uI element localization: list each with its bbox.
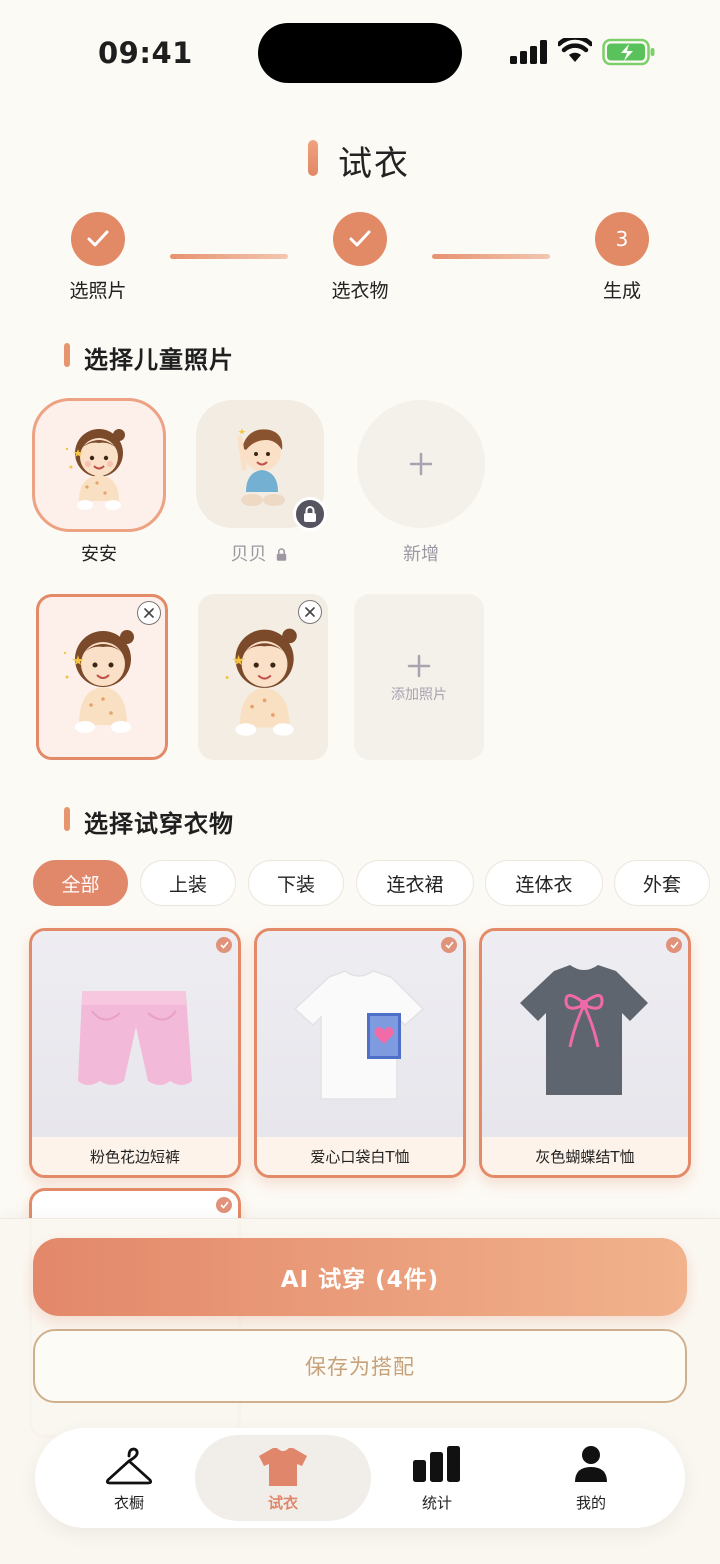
- section-title: 选择试穿衣物: [84, 810, 234, 838]
- step-select-photo: 选照片: [38, 212, 158, 303]
- clothing-image: [32, 931, 238, 1137]
- check-icon: [216, 937, 232, 953]
- filter-chip-bottoms[interactable]: 下装: [248, 860, 344, 906]
- step-label: 生成: [602, 280, 641, 302]
- remove-photo-icon[interactable]: [298, 600, 322, 624]
- save-outfit-button[interactable]: 保存为搭配: [33, 1329, 687, 1403]
- tab-label: 试衣: [267, 1494, 298, 1512]
- step-connector: [170, 254, 288, 259]
- gray-bow-tshirt-image: [520, 965, 648, 1095]
- clothing-image: [482, 931, 688, 1137]
- section-title: 选择儿童照片: [84, 346, 234, 374]
- plus-icon: [407, 654, 431, 678]
- child-avatar-beibei[interactable]: [196, 400, 327, 531]
- tab-profile[interactable]: 我的: [511, 1428, 671, 1528]
- clothing-name: 爱心口袋白T恤: [257, 1137, 463, 1175]
- white-heart-tshirt-image: [293, 970, 425, 1100]
- page-title: 试衣: [338, 144, 410, 184]
- tab-bar: 衣橱 试衣 统计 我的: [35, 1428, 685, 1528]
- hanger-icon: [105, 1447, 153, 1485]
- ai-try-on-button[interactable]: AI 试穿 (4件): [33, 1238, 687, 1316]
- child-avatar-anan[interactable]: [32, 398, 166, 532]
- step-label: 选照片: [69, 280, 127, 302]
- child-photo-1[interactable]: [36, 594, 168, 760]
- girl-illustration: [65, 429, 125, 510]
- step-label: 选衣物: [331, 280, 389, 302]
- cellular-signal-icon: [510, 40, 547, 64]
- tab-label: 衣橱: [113, 1494, 144, 1512]
- status-bar: 09:41: [0, 0, 720, 100]
- title-accent-bar: [308, 140, 318, 176]
- add-child-label: 新增: [403, 544, 439, 565]
- heading-accent-bar: [64, 343, 70, 367]
- dynamic-island: [258, 23, 462, 83]
- step-connector: [432, 254, 550, 259]
- clothing-name: 灰色蝴蝶结T恤: [482, 1137, 688, 1175]
- child-name-label: 贝贝: [230, 544, 267, 565]
- wifi-icon: [558, 38, 592, 62]
- clothing-name: 粉色花边短裤: [32, 1137, 238, 1175]
- lock-icon: [293, 497, 327, 531]
- check-icon: [216, 1197, 232, 1213]
- step-number: 3: [595, 212, 649, 266]
- clothing-image: [257, 931, 463, 1137]
- filter-chip-outerwear[interactable]: 外套: [614, 860, 710, 906]
- tab-label: 统计: [421, 1494, 452, 1512]
- child-name-label: 安安: [81, 544, 117, 565]
- lock-icon: [277, 548, 287, 561]
- tab-label: 我的: [575, 1494, 606, 1512]
- tab-wardrobe[interactable]: 衣橱: [49, 1428, 209, 1528]
- child-name-label-locked: 贝贝: [192, 540, 326, 566]
- filter-chip-rompers[interactable]: 连体衣: [485, 860, 603, 906]
- page-header: 试衣: [0, 136, 720, 184]
- child-photo-2[interactable]: [198, 594, 328, 760]
- filter-chip-all[interactable]: 全部: [33, 860, 128, 906]
- check-icon: [441, 937, 457, 953]
- add-photo-button[interactable]: 添加照片: [354, 594, 484, 760]
- person-icon: [575, 1446, 607, 1482]
- plus-icon: [409, 452, 433, 476]
- filter-chip-tops[interactable]: 上装: [140, 860, 236, 906]
- filter-chip-dresses[interactable]: 连衣裙: [356, 860, 474, 906]
- add-child-button[interactable]: [357, 400, 485, 528]
- tshirt-icon: [259, 1448, 307, 1486]
- bar-chart-icon: [413, 1446, 460, 1482]
- tab-stats[interactable]: 统计: [357, 1428, 517, 1528]
- heading-accent-bar: [64, 807, 70, 831]
- check-icon: [666, 937, 682, 953]
- check-icon: [333, 212, 387, 266]
- pink-shorts-image: [78, 991, 192, 1085]
- remove-photo-icon[interactable]: [137, 601, 161, 625]
- battery-charging-icon: [602, 38, 655, 66]
- step-select-clothes: 选衣物: [300, 212, 420, 303]
- add-photo-label: 添加照片: [391, 687, 447, 703]
- step-generate: 3 生成: [562, 212, 682, 303]
- clothing-card[interactable]: 粉色花边短裤: [29, 928, 241, 1178]
- status-time: 09:41: [98, 36, 193, 70]
- clothing-card[interactable]: 爱心口袋白T恤: [254, 928, 466, 1178]
- check-icon: [71, 212, 125, 266]
- tab-try-on[interactable]: 试衣: [203, 1428, 363, 1528]
- clothing-card[interactable]: 灰色蝴蝶结T恤: [479, 928, 691, 1178]
